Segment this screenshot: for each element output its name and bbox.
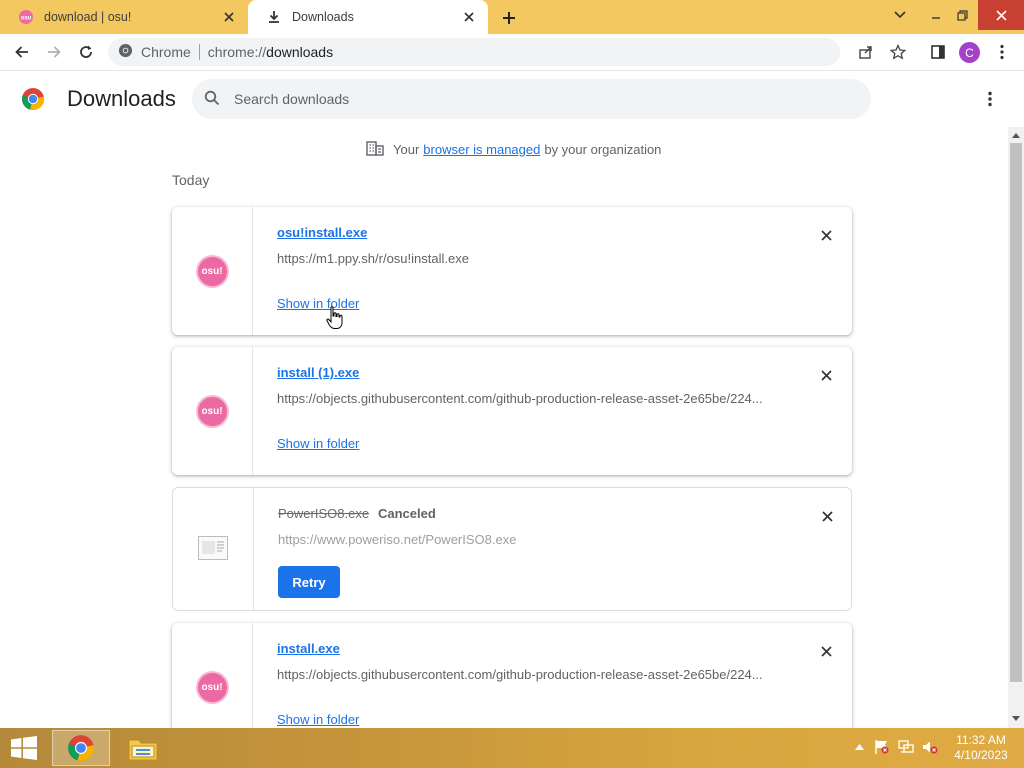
close-window-button[interactable] (978, 0, 1024, 30)
managed-notice: Your browser is managed by your organiza… (366, 140, 661, 159)
file-icon-column: osu! (172, 347, 253, 475)
close-tab-icon[interactable] (460, 8, 478, 26)
file-name-link[interactable]: osu!install.exe (277, 225, 367, 240)
remove-item-icon[interactable] (816, 641, 836, 661)
clock-time: 11:32 AM (956, 733, 1006, 747)
hand-cursor-icon (326, 306, 344, 330)
tab-title: Downloads (292, 10, 354, 24)
share-icon[interactable] (854, 40, 878, 64)
tab-strip: osu download | osu! Downloads (0, 0, 1024, 34)
remove-item-icon[interactable] (816, 365, 836, 385)
chrome-logo-icon (21, 87, 45, 111)
browser-toolbar: Chrome chrome://downloads C (0, 34, 1024, 71)
restore-button[interactable] (946, 0, 978, 30)
osu-logo-icon: osu! (197, 672, 227, 702)
clock-date: 4/10/2023 (954, 748, 1008, 762)
download-icon (266, 9, 282, 25)
bookmark-star-icon[interactable] (886, 40, 910, 64)
show-in-folder-link[interactable]: Show in folder (277, 712, 359, 727)
file-icon-column (173, 488, 254, 610)
windows-start-icon[interactable] (8, 734, 40, 762)
downloads-header: Downloads (0, 71, 1024, 128)
address-bar[interactable]: Chrome chrome://downloads (108, 38, 840, 66)
action-center-flag-icon[interactable] (873, 738, 891, 756)
more-actions-icon[interactable] (978, 87, 1002, 111)
remove-item-icon[interactable] (817, 506, 837, 526)
taskbar-file-explorer-icon[interactable] (114, 730, 172, 766)
close-tab-icon[interactable] (220, 8, 238, 26)
show-in-folder-link[interactable]: Show in folder (277, 436, 359, 451)
download-item: osu! install (1).exe https://objects.git… (172, 347, 852, 475)
file-name-link[interactable]: install (1).exe (277, 365, 359, 380)
file-name: PowerISO8.exe (278, 506, 370, 521)
generic-file-icon (197, 535, 229, 564)
downloads-page: Downloads Your browser is managed by you… (0, 71, 1024, 751)
taskbar-clock[interactable]: 11:32 AM 4/10/2023 (945, 733, 1017, 763)
scroll-down-arrow-icon[interactable] (1008, 711, 1024, 725)
url-scheme: chrome:// (207, 44, 267, 60)
file-name-link[interactable]: install.exe (277, 641, 340, 656)
windows-taskbar: 11:32 AM 4/10/2023 (0, 728, 1024, 768)
profile-avatar[interactable]: C (959, 42, 980, 63)
taskbar-chrome-icon[interactable] (52, 730, 110, 766)
osu-logo-icon: osu! (197, 396, 227, 426)
scrollbar-thumb[interactable] (1010, 143, 1022, 682)
file-url: https://www.poweriso.net/PowerISO8.exe (278, 532, 517, 547)
browser-managed-link[interactable]: browser is managed (423, 142, 540, 157)
file-url: https://objects.githubusercontent.com/gi… (277, 391, 763, 406)
scroll-up-arrow-icon[interactable] (1008, 128, 1024, 142)
chrome-menu-icon[interactable] (990, 40, 1014, 64)
volume-muted-icon[interactable] (921, 738, 939, 756)
site-name: Chrome (141, 44, 191, 60)
file-url: https://objects.githubusercontent.com/gi… (277, 667, 763, 682)
retry-button[interactable]: Retry (278, 566, 340, 598)
reload-button[interactable] (72, 38, 100, 66)
tab-title: download | osu! (44, 10, 132, 24)
download-item-canceled: PowerISO8.exe Canceled https://www.power… (172, 487, 852, 611)
tab-search-icon[interactable] (884, 0, 916, 30)
osu-icon: osu (18, 9, 34, 25)
remove-item-icon[interactable] (816, 225, 836, 245)
back-button[interactable] (8, 38, 36, 66)
show-in-folder-link[interactable]: Show in folder (277, 296, 359, 311)
download-item: osu! osu!install.exe https://m1.ppy.sh/r… (172, 207, 852, 335)
url-host: downloads (266, 44, 334, 60)
divider (198, 44, 200, 60)
new-tab-button[interactable] (498, 7, 520, 29)
show-hidden-icons-icon[interactable] (850, 738, 868, 756)
svg-text:osu: osu (21, 16, 32, 22)
page-title: Downloads (67, 86, 176, 111)
managed-prefix: Your (393, 142, 420, 157)
managed-suffix: by your organization (544, 142, 662, 157)
page-scrollbar[interactable] (1008, 127, 1024, 728)
network-icon[interactable] (897, 738, 915, 756)
file-icon-column: osu! (172, 207, 253, 335)
tab-downloads[interactable]: Downloads (248, 0, 488, 34)
search-box[interactable] (192, 79, 871, 119)
date-header: Today (172, 172, 210, 188)
chrome-icon (118, 43, 133, 61)
osu-logo-icon: osu! (197, 256, 227, 286)
file-url: https://m1.ppy.sh/r/osu!install.exe (277, 251, 469, 266)
forward-button[interactable] (40, 38, 68, 66)
search-input[interactable] (234, 91, 834, 107)
building-icon (366, 140, 384, 159)
tab-osu-download[interactable]: osu download | osu! (0, 0, 248, 34)
side-panel-icon[interactable] (926, 40, 950, 64)
download-status: Canceled (378, 506, 436, 521)
search-icon (204, 90, 220, 109)
